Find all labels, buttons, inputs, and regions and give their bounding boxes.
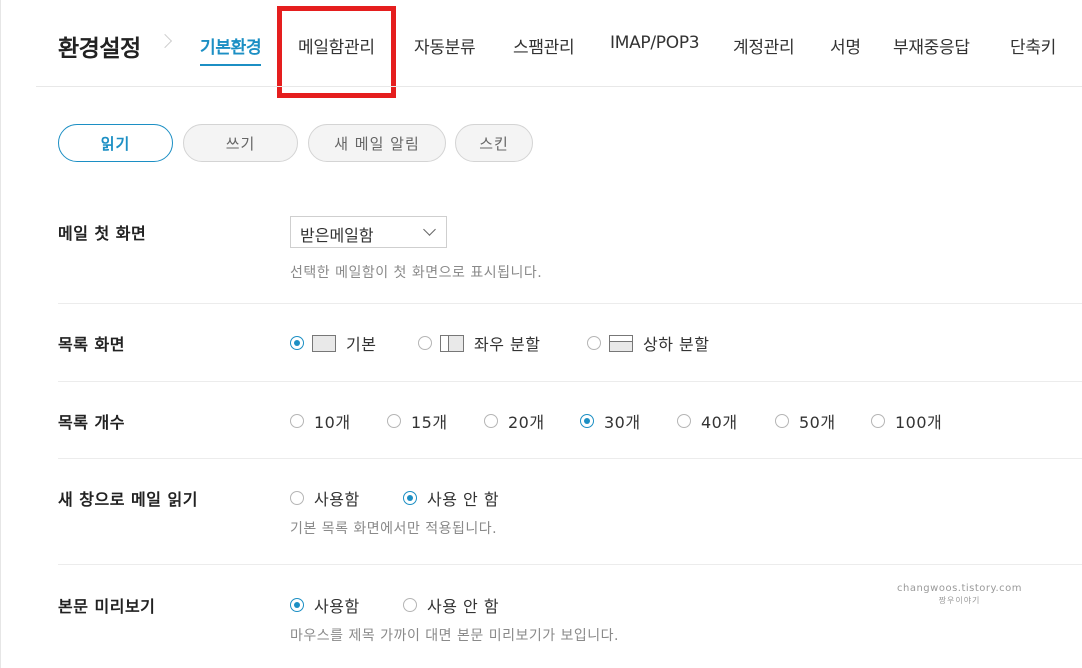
first-screen-select[interactable]: 받은메일함 xyxy=(290,216,447,248)
chevron-right-icon xyxy=(157,33,173,49)
list-count-option-15[interactable]: 15개 xyxy=(387,409,448,433)
radio-icon[interactable] xyxy=(418,336,432,350)
radio-icon[interactable] xyxy=(403,598,417,612)
watermark-url: changwoos.tistory.com xyxy=(897,583,1023,594)
preview-option-use[interactable]: 사용함 xyxy=(290,593,360,617)
tab-mailbox-management[interactable]: 메일함관리 xyxy=(298,33,375,58)
row-divider xyxy=(58,303,1082,304)
list-count-option-label: 15개 xyxy=(411,413,448,432)
row-divider xyxy=(58,564,1082,565)
layout-split-tb-icon xyxy=(609,334,633,352)
first-screen-selected-value: 받은메일함 xyxy=(300,226,374,245)
list-count-option-label: 30개 xyxy=(604,413,641,432)
preview-option-no-use[interactable]: 사용 안 함 xyxy=(403,593,499,617)
radio-icon[interactable] xyxy=(587,336,601,350)
tab-auto-sort[interactable]: 자동분류 xyxy=(414,33,476,58)
list-view-option-split-tb[interactable]: 상하 분할 xyxy=(587,331,709,355)
list-view-option-label: 좌우 분할 xyxy=(474,335,541,354)
list-view-label: 목록 화면 xyxy=(58,335,125,354)
tab-account[interactable]: 계정관리 xyxy=(733,33,795,58)
preview-option-label: 사용 안 함 xyxy=(427,597,500,616)
radio-icon[interactable] xyxy=(484,414,498,428)
tab-basic[interactable]: 기본환경 xyxy=(200,33,262,66)
radio-checked-icon[interactable] xyxy=(290,598,304,612)
list-count-option-10[interactable]: 10개 xyxy=(290,409,351,433)
radio-icon[interactable] xyxy=(290,414,304,428)
tab-auto-reply[interactable]: 부재중응답 xyxy=(893,33,970,58)
list-count-option-20[interactable]: 20개 xyxy=(484,409,545,433)
list-count-option-label: 100개 xyxy=(895,413,943,432)
watermark: changwoos.tistory.com 짱우이야기 xyxy=(897,583,1022,607)
new-window-option-label: 사용함 xyxy=(314,490,360,509)
list-count-option-label: 20개 xyxy=(508,413,545,432)
tab-imap-pop3[interactable]: IMAP/POP3 xyxy=(610,33,700,53)
header-divider xyxy=(36,86,1082,87)
new-window-option-label: 사용 안 함 xyxy=(427,490,500,509)
preview-label: 본문 미리보기 xyxy=(58,597,156,616)
tab-shortcuts[interactable]: 단축키 xyxy=(1010,33,1056,58)
subtab-skin[interactable]: 스킨 xyxy=(455,124,533,162)
list-view-option-basic[interactable]: 기본 xyxy=(290,331,376,355)
list-count-option-50[interactable]: 50개 xyxy=(775,409,836,433)
chevron-down-icon xyxy=(423,223,436,236)
watermark-name: 짱우이야기 xyxy=(938,596,981,605)
radio-checked-icon[interactable] xyxy=(403,491,417,505)
first-screen-label: 메일 첫 화면 xyxy=(58,224,147,243)
subtab-write[interactable]: 쓰기 xyxy=(183,124,298,162)
radio-checked-icon[interactable] xyxy=(580,414,594,428)
tab-spam[interactable]: 스팸관리 xyxy=(513,33,575,58)
row-divider xyxy=(58,458,1082,459)
layout-split-lr-icon xyxy=(440,334,464,352)
new-window-option-no-use[interactable]: 사용 안 함 xyxy=(403,486,499,510)
subtab-new-mail-alert[interactable]: 새 메일 알림 xyxy=(308,124,446,162)
list-count-option-label: 40개 xyxy=(701,413,738,432)
first-screen-hint: 선택한 메일함이 첫 화면으로 표시됩니다. xyxy=(290,265,543,281)
radio-icon[interactable] xyxy=(871,414,885,428)
page-title: 환경설정 xyxy=(58,36,141,62)
list-view-option-split-lr[interactable]: 좌우 분할 xyxy=(418,331,540,355)
new-window-hint: 기본 목록 화면에서만 적용됩니다. xyxy=(290,521,498,537)
radio-icon[interactable] xyxy=(387,414,401,428)
list-count-option-label: 50개 xyxy=(799,413,836,432)
settings-header: 환경설정 기본환경 메일함관리 자동분류 스팸관리 IMAP/POP3 계정관리… xyxy=(0,0,1082,98)
preview-option-label: 사용함 xyxy=(314,597,360,616)
subtab-read[interactable]: 읽기 xyxy=(58,124,173,162)
list-count-label: 목록 개수 xyxy=(58,413,125,432)
list-view-option-label: 상하 분할 xyxy=(643,335,710,354)
list-view-option-label: 기본 xyxy=(346,335,377,354)
row-divider xyxy=(58,381,1082,382)
list-count-option-label: 10개 xyxy=(314,413,351,432)
layout-basic-icon xyxy=(312,334,336,352)
radio-checked-icon[interactable] xyxy=(290,336,304,350)
radio-icon[interactable] xyxy=(290,491,304,505)
tab-signature[interactable]: 서명 xyxy=(830,33,861,58)
new-window-label: 새 창으로 메일 읽기 xyxy=(58,490,198,509)
window-edge xyxy=(0,0,1,668)
radio-icon[interactable] xyxy=(775,414,789,428)
new-window-option-use[interactable]: 사용함 xyxy=(290,486,360,510)
list-count-option-100[interactable]: 100개 xyxy=(871,409,942,433)
radio-icon[interactable] xyxy=(677,414,691,428)
list-count-option-30[interactable]: 30개 xyxy=(580,409,641,433)
list-count-option-40[interactable]: 40개 xyxy=(677,409,738,433)
preview-hint: 마우스를 제목 가까이 대면 본문 미리보기가 보입니다. xyxy=(290,628,620,644)
